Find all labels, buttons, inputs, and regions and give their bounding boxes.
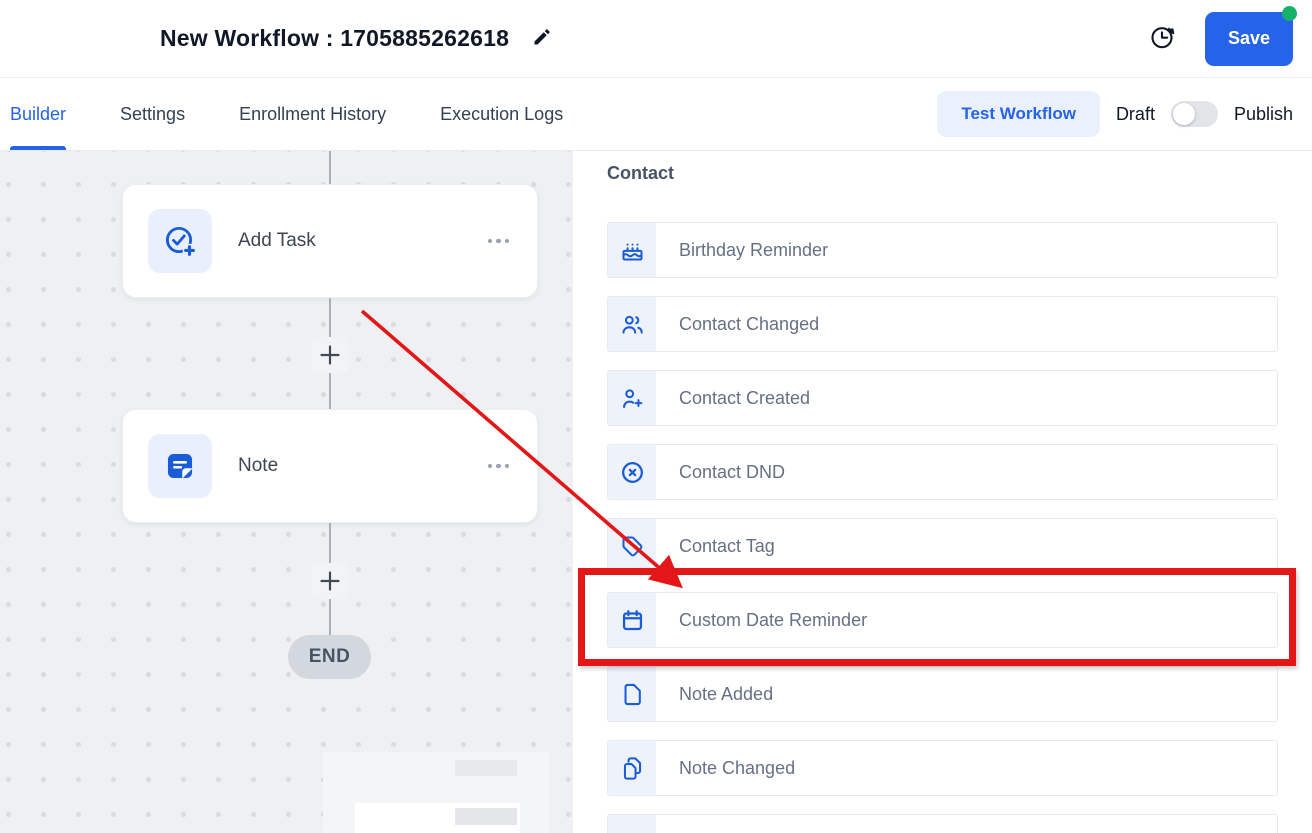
task-add-icon — [148, 209, 212, 273]
connector-line — [329, 523, 331, 563]
workflow-node-note[interactable]: Note — [122, 409, 538, 523]
pencil-icon — [532, 27, 552, 50]
trigger-item-birthday-reminder[interactable]: Birthday Reminder — [607, 222, 1278, 278]
save-button[interactable]: Save — [1205, 11, 1293, 66]
node-label: Note — [238, 455, 279, 476]
test-workflow-button[interactable]: Test Workflow — [937, 91, 1100, 137]
tab-enrollment-history[interactable]: Enrollment History — [239, 78, 386, 150]
loading-placeholder — [323, 752, 550, 833]
node-options-menu[interactable] — [486, 233, 512, 250]
history-clock-icon — [1147, 22, 1177, 55]
trigger-item-contact-dnd[interactable]: Contact DND — [607, 444, 1278, 500]
panel-section-title: Contact — [607, 163, 674, 183]
trigger-item-partial[interactable] — [607, 814, 1278, 833]
file-icon — [608, 667, 656, 721]
workflow-canvas[interactable]: Add Task Note END — [0, 151, 573, 833]
trigger-item-contact-created[interactable]: Contact Created — [607, 370, 1278, 426]
node-label: Add Task — [238, 230, 316, 251]
end-node: END — [288, 635, 371, 679]
calendar-icon — [608, 593, 656, 647]
tag-icon — [608, 519, 656, 573]
trigger-item-custom-date-reminder[interactable]: Custom Date Reminder — [607, 592, 1278, 648]
connector-line — [329, 373, 331, 409]
workflow-node-add-task[interactable]: Add Task — [122, 184, 538, 298]
trigger-list: Birthday Reminder Contact Changed Contac… — [607, 222, 1278, 833]
tab-builder[interactable]: Builder — [10, 78, 67, 150]
trigger-item-contact-changed[interactable]: Contact Changed — [607, 296, 1278, 352]
publish-label: Publish — [1233, 103, 1293, 124]
connector-line — [329, 599, 331, 635]
contacts-icon — [608, 297, 656, 351]
connector-line — [329, 151, 331, 184]
version-history-button[interactable] — [1145, 22, 1179, 56]
files-icon — [608, 741, 656, 795]
app-header: New Workflow : 1705885262618 Save — [0, 0, 1312, 78]
trigger-item-note-added[interactable]: Note Added — [607, 666, 1278, 722]
node-options-menu[interactable] — [486, 458, 512, 475]
toggle-knob — [1172, 103, 1195, 125]
birthday-cake-icon — [608, 223, 656, 277]
tab-bar: Builder Settings Enrollment History Exec… — [0, 78, 1312, 151]
workflow-title: New Workflow : 1705885262618 — [160, 25, 510, 51]
add-step-button[interactable] — [312, 563, 348, 599]
tab-execution-logs[interactable]: Execution Logs — [440, 78, 563, 150]
add-step-button[interactable] — [312, 337, 348, 373]
connector-line — [329, 298, 331, 337]
edit-title-button[interactable] — [527, 24, 557, 54]
content-area: Add Task Note END Contact Birthday Remin… — [0, 151, 1312, 833]
trigger-item-note-changed[interactable]: Note Changed — [607, 740, 1278, 796]
unsaved-changes-dot — [1282, 5, 1297, 21]
publish-toggle[interactable] — [1170, 101, 1218, 127]
note-icon — [148, 434, 212, 498]
user-plus-icon — [608, 371, 656, 425]
draft-label: Draft — [1115, 103, 1155, 124]
circle-x-icon — [608, 445, 656, 499]
trigger-panel: Contact Birthday Reminder Contact Change… — [573, 151, 1312, 833]
tab-settings[interactable]: Settings — [120, 78, 185, 150]
trigger-item-contact-tag[interactable]: Contact Tag — [607, 518, 1278, 574]
